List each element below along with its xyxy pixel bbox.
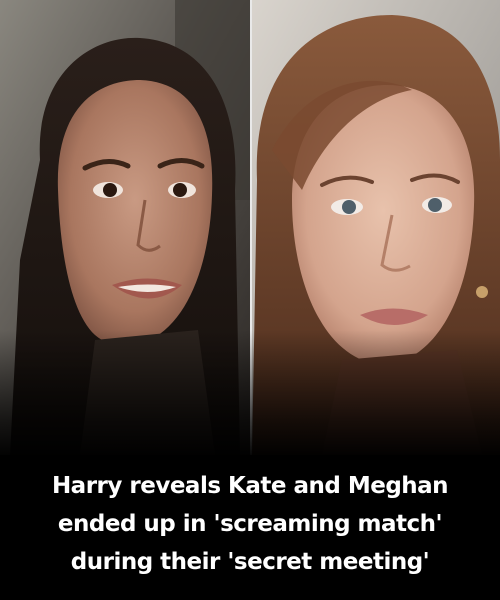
- headline[interactable]: Harry reveals Kate and Meghan ended up i…: [0, 448, 500, 600]
- headline-line-3: during their 'secret meeting': [70, 549, 430, 575]
- news-card[interactable]: Harry reveals Kate and Meghan ended up i…: [0, 0, 500, 600]
- headline-line-1: Harry reveals Kate and Meghan: [51, 473, 449, 499]
- bottom-shadow-overlay: [0, 330, 500, 460]
- headline-line-2: ended up in 'screaming match': [57, 511, 443, 537]
